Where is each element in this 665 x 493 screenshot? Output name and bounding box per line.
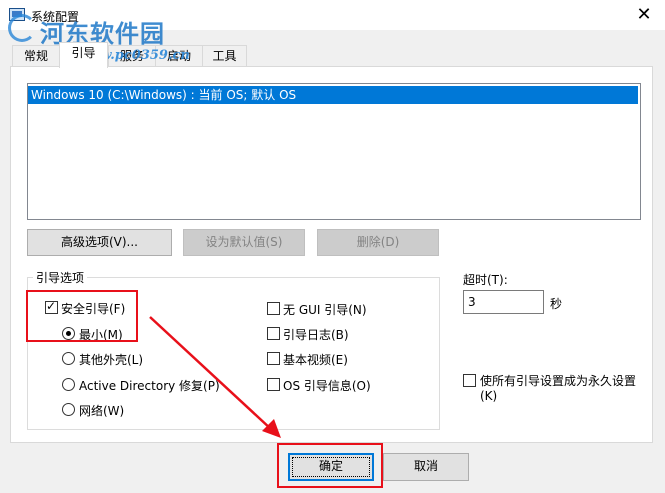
annotation-box-safe-boot (26, 290, 138, 342)
base-video-checkbox[interactable] (267, 352, 280, 365)
tab-tools[interactable]: 工具 (202, 45, 247, 66)
radio-ad-repair[interactable] (62, 378, 75, 391)
os-boot-info-checkbox[interactable] (267, 378, 280, 391)
radio-ad-repair-label[interactable]: Active Directory 修复(P) (79, 377, 220, 394)
timeout-unit: 秒 (550, 297, 563, 311)
make-permanent-checkbox[interactable] (463, 374, 476, 387)
watermark-logo-icon (8, 14, 36, 42)
base-video-label[interactable]: 基本视频(E) (283, 351, 348, 368)
advanced-options-button[interactable]: 高级选项(V)... (27, 229, 172, 256)
cancel-button[interactable]: 取消 (383, 453, 469, 481)
radio-alternate-shell-label[interactable]: 其他外壳(L) (79, 351, 143, 368)
radio-network-label[interactable]: 网络(W) (79, 402, 124, 419)
boot-log-checkbox[interactable] (267, 327, 280, 340)
boot-options-label: 引导选项 (33, 269, 88, 286)
close-icon[interactable]: ✕ (630, 4, 658, 26)
no-gui-boot-label[interactable]: 无 GUI 引导(N) (283, 301, 367, 318)
radio-network[interactable] (62, 403, 75, 416)
boot-log-label[interactable]: 引导日志(B) (283, 326, 349, 343)
make-permanent-label[interactable]: 使所有引导设置成为永久设置 (480, 372, 636, 389)
no-gui-boot-checkbox[interactable] (267, 302, 280, 315)
boot-entry-row[interactable]: Windows 10 (C:\Windows) : 当前 OS; 默认 OS (28, 86, 638, 104)
tab-boot[interactable]: 引导 (59, 42, 108, 68)
timeout-input[interactable]: 3 (463, 290, 544, 314)
set-default-button[interactable]: 设为默认值(S) (183, 229, 305, 256)
radio-alternate-shell[interactable] (62, 352, 75, 365)
make-permanent-label-hotkey[interactable]: (K) (480, 389, 497, 403)
delete-button[interactable]: 删除(D) (317, 229, 439, 256)
os-boot-info-label[interactable]: OS 引导信息(O) (283, 377, 371, 394)
annotation-box-ok (277, 443, 383, 488)
timeout-label: 超时(T): (463, 273, 508, 287)
